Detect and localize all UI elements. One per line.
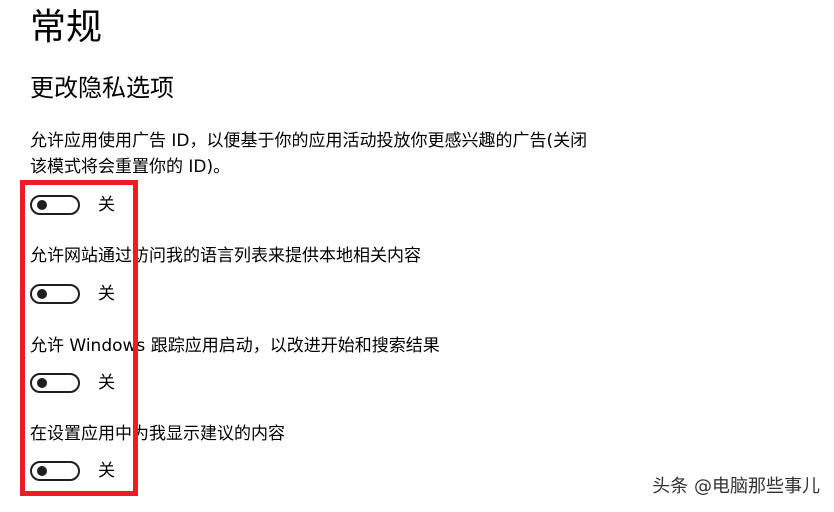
toggle-knob [37,378,47,388]
setting-suggested-content-row: 关 [30,459,115,483]
section-title: 更改隐私选项 [30,74,174,102]
setting-language-list-row: 关 [30,282,115,306]
language-list-toggle-state: 关 [98,284,115,304]
track-app-launches-toggle[interactable] [30,373,80,393]
suggested-content-toggle-state: 关 [98,461,115,481]
setting-track-app-launches-row: 关 [30,371,115,395]
setting-advertising-id-description: 允许应用使用广告 ID，以便基于你的应用活动投放你更感兴趣的广告(关闭该模式将会… [30,131,588,177]
language-list-toggle[interactable] [30,284,80,304]
setting-advertising-id-row: 关 [30,193,115,217]
advertising-id-toggle[interactable] [30,195,80,215]
toggle-knob [37,200,47,210]
toggle-knob [37,466,47,476]
setting-language-list-description: 允许网站通过访问我的语言列表来提供本地相关内容 [30,246,421,266]
toggle-knob [37,289,47,299]
track-app-launches-toggle-state: 关 [98,373,115,393]
watermark: 头条 @电脑那些事儿 [652,476,820,497]
page-title: 常规 [30,7,103,48]
setting-suggested-content-description: 在设置应用中为我显示建议的内容 [30,424,285,444]
suggested-content-toggle[interactable] [30,461,80,481]
setting-track-app-launches-description: 允许 Windows 跟踪应用启动，以改进开始和搜索结果 [30,336,440,356]
advertising-id-toggle-state: 关 [98,195,115,215]
